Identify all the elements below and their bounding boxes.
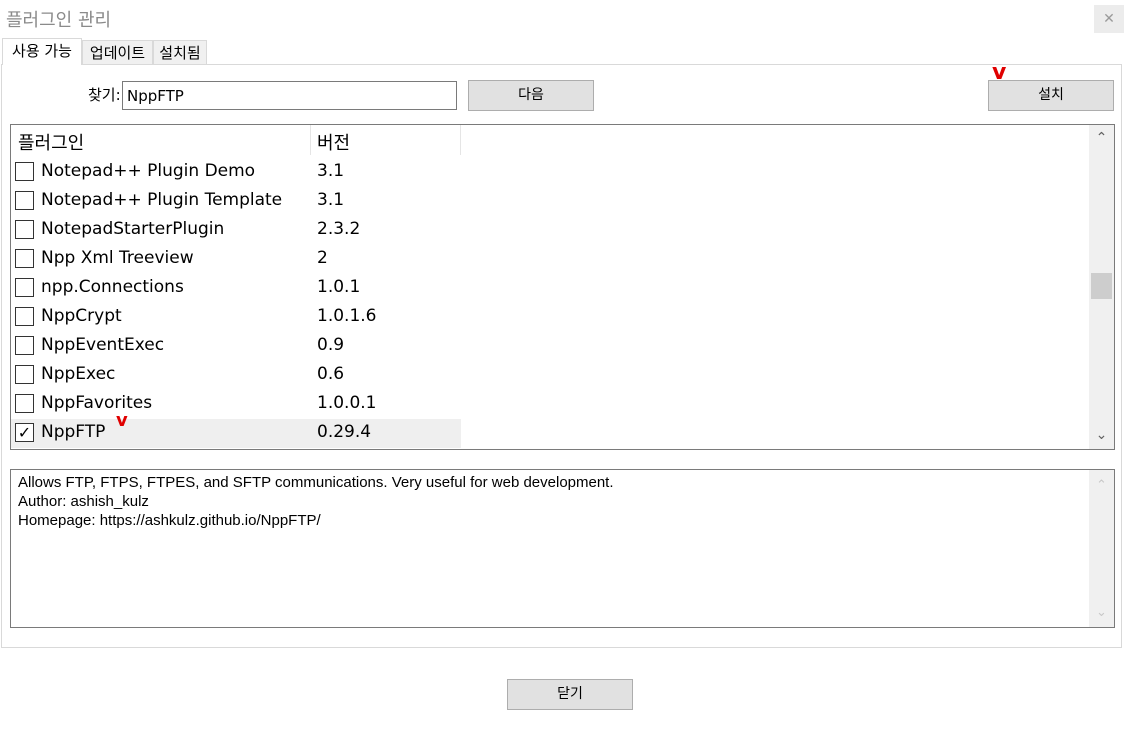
- checkbox[interactable]: [15, 191, 34, 210]
- checkbox[interactable]: [15, 394, 34, 413]
- plugin-version: 0.29.4: [317, 422, 372, 442]
- plugin-name: NotepadStarterPlugin: [41, 219, 225, 239]
- tab-updates[interactable]: 업데이트: [82, 40, 153, 64]
- description-box[interactable]: Allows FTP, FTPS, FTPES, and SFTP commun…: [10, 469, 1115, 628]
- plugin-version: 1.0.1.6: [317, 306, 377, 326]
- plugin-version: 1.0.1: [317, 277, 361, 297]
- list-item[interactable]: NppEventExec 0.9: [11, 332, 461, 361]
- scroll-down-icon[interactable]: ⌄: [1089, 600, 1114, 625]
- plugin-version: 1.0.0.1: [317, 393, 377, 413]
- checkbox[interactable]: [15, 249, 34, 268]
- plugin-list[interactable]: 플러그인 버전 Notepad++ Plugin Demo 3.1 Notepa…: [10, 124, 1115, 450]
- close-icon[interactable]: ✕: [1094, 5, 1124, 33]
- search-label: 찾기:: [88, 86, 121, 104]
- next-button[interactable]: 다음: [468, 80, 594, 111]
- plugin-name: NppCrypt: [41, 306, 122, 326]
- plugin-name: Notepad++ Plugin Template: [41, 190, 283, 210]
- tab-installed[interactable]: 설치됨: [153, 40, 207, 64]
- window-top-strip: [0, 0, 1125, 4]
- list-item[interactable]: NppExec 0.6: [11, 361, 461, 390]
- search-input[interactable]: [122, 81, 457, 110]
- plugin-version: 2: [317, 248, 328, 268]
- plugin-name: NppFavorites: [41, 393, 153, 413]
- list-item[interactable]: NotepadStarterPlugin 2.3.2: [11, 216, 461, 245]
- list-item[interactable]: NppFavorites 1.0.0.1: [11, 390, 461, 419]
- window-title: 플러그인 관리: [6, 10, 112, 31]
- column-header-plugin[interactable]: 플러그인: [18, 129, 84, 155]
- plugin-version: 0.6: [317, 364, 345, 384]
- description-scrollbar[interactable]: ⌃ ⌄: [1089, 470, 1114, 627]
- install-button[interactable]: 설치: [988, 80, 1114, 111]
- list-item[interactable]: npp.Connections 1.0.1: [11, 274, 461, 303]
- plugin-name: Npp Xml Treeview: [41, 248, 194, 268]
- plugin-name: NppEventExec: [41, 335, 165, 355]
- list-item[interactable]: NppCrypt 1.0.1.6: [11, 303, 461, 332]
- checkbox-checked[interactable]: ✓: [15, 423, 34, 442]
- list-item[interactable]: Notepad++ Plugin Demo 3.1: [11, 158, 461, 187]
- plugin-version: 3.1: [317, 161, 345, 181]
- checkbox[interactable]: [15, 365, 34, 384]
- scroll-up-icon[interactable]: ⌃: [1089, 126, 1114, 151]
- list-header: 플러그인 버전: [11, 125, 461, 155]
- plugin-name: npp.Connections: [41, 277, 184, 297]
- list-item[interactable]: Notepad++ Plugin Template 3.1: [11, 187, 461, 216]
- scroll-thumb[interactable]: [1091, 273, 1112, 299]
- column-header-version[interactable]: 버전: [317, 129, 350, 155]
- plugin-version: 2.3.2: [317, 219, 361, 239]
- list-item[interactable]: Npp Xml Treeview 2: [11, 245, 461, 274]
- tab-available[interactable]: 사용 가능: [2, 38, 82, 65]
- checkbox[interactable]: [15, 220, 34, 239]
- description-text: Allows FTP, FTPS, FTPES, and SFTP commun…: [18, 474, 614, 491]
- checkbox[interactable]: [15, 278, 34, 297]
- checkbox[interactable]: [15, 307, 34, 326]
- plugin-name: NppFTP: [41, 422, 106, 442]
- plugin-version: 0.9: [317, 335, 345, 355]
- checkbox[interactable]: [15, 162, 34, 181]
- annotation-checkmark: v: [116, 410, 128, 431]
- annotation-checkmark: v: [992, 60, 1007, 85]
- scroll-down-icon[interactable]: ⌄: [1089, 423, 1114, 448]
- plugin-name: NppExec: [41, 364, 116, 384]
- column-divider[interactable]: [460, 125, 461, 155]
- author-text: Author: ashish_kulz: [18, 493, 149, 510]
- checkbox[interactable]: [15, 336, 34, 355]
- column-divider[interactable]: [310, 125, 311, 155]
- scroll-up-icon[interactable]: ⌃: [1089, 473, 1114, 498]
- list-scrollbar[interactable]: ⌃ ⌄: [1089, 125, 1114, 449]
- homepage-text: Homepage: https://ashkulz.github.io/NppF…: [18, 512, 321, 529]
- plugin-name: Notepad++ Plugin Demo: [41, 161, 256, 181]
- plugin-version: 3.1: [317, 190, 345, 210]
- list-item-selected[interactable]: ✓ NppFTP 0.29.4: [11, 419, 461, 448]
- close-button[interactable]: 닫기: [507, 679, 633, 710]
